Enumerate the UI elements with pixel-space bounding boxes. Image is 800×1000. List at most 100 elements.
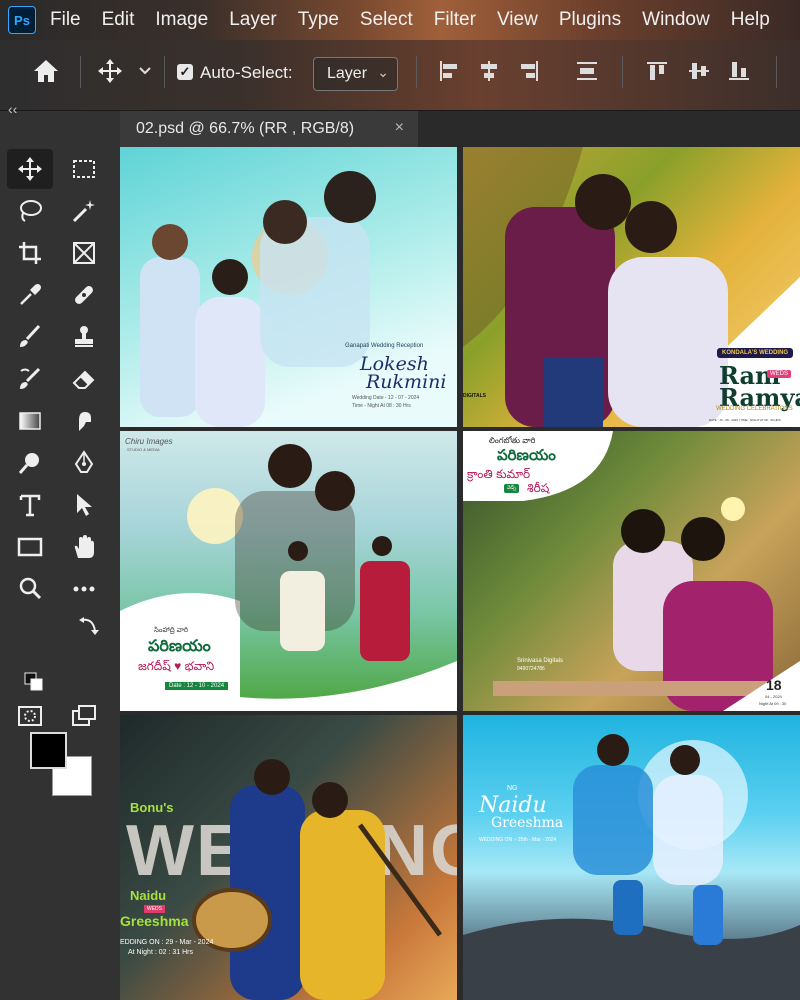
frame-tool[interactable] bbox=[61, 233, 107, 273]
path-selection-tool[interactable] bbox=[61, 485, 107, 525]
tile-5-name-2: Greeshma bbox=[120, 913, 189, 929]
design-tile-5: WEDDING Bonu's Naidu WEDS Greeshma EDDIN… bbox=[120, 715, 457, 1000]
more-tools-button[interactable] bbox=[61, 569, 107, 609]
close-icon[interactable]: × bbox=[395, 119, 404, 137]
align-vertical-centers-button[interactable] bbox=[684, 54, 714, 88]
type-tool[interactable] bbox=[7, 485, 53, 525]
tile-4-phone: 9490724786 bbox=[517, 666, 545, 672]
document-canvas[interactable]: Ganapati Wedding Reception Lokesh Rukmin… bbox=[120, 147, 800, 1000]
tile-3-date: Date : 12 - 10 - 2024 bbox=[165, 682, 229, 690]
options-bar: ✓ Auto-Select: Layer ⌄ bbox=[0, 40, 800, 111]
align-right-edges-button[interactable] bbox=[514, 54, 544, 88]
swap-arrows-icon bbox=[79, 617, 99, 635]
tile-4-groom-name: క్రాంతి కుమార్ bbox=[467, 467, 531, 481]
menu-filter[interactable]: Filter bbox=[434, 9, 476, 31]
tile-2-subtitle: WEDDING CELEBRATIONS bbox=[716, 406, 793, 412]
marquee-tool[interactable] bbox=[61, 149, 107, 189]
tile-3-family-line: సింహాద్రి వారి bbox=[154, 627, 189, 634]
lasso-tool[interactable] bbox=[7, 191, 53, 231]
history-brush-tool[interactable] bbox=[7, 359, 53, 399]
eyedropper-tool[interactable] bbox=[7, 275, 53, 315]
crop-tool[interactable] bbox=[7, 233, 53, 273]
align-left-edges-button[interactable] bbox=[434, 54, 464, 88]
smudge-tool[interactable] bbox=[61, 401, 107, 441]
document-tab[interactable]: 02.psd @ 66.7% (RR , RGB/8) × bbox=[120, 111, 418, 147]
smudge-icon bbox=[79, 412, 91, 431]
photoshop-logo-icon[interactable]: Ps bbox=[8, 6, 36, 34]
auto-select-label: Auto-Select: bbox=[200, 63, 293, 82]
screen-mode-button[interactable] bbox=[61, 696, 107, 736]
tile-3-logo-line-1: Chiru Images bbox=[125, 437, 173, 446]
type-icon bbox=[19, 494, 41, 517]
tile-4-studio: Srinivasa Digitals bbox=[517, 658, 564, 664]
tile-5-time: At Night : 02 : 31 Hrs bbox=[128, 949, 193, 956]
default-colors-button[interactable] bbox=[24, 672, 44, 692]
align-center-icon bbox=[481, 61, 497, 81]
gradient-icon bbox=[19, 412, 41, 430]
foreground-color-swatch[interactable] bbox=[30, 732, 67, 769]
align-right-icon bbox=[521, 61, 538, 81]
tile-2-badge: KONDALA'S WEDDING bbox=[717, 348, 794, 358]
menu-help[interactable]: Help bbox=[731, 9, 770, 31]
zoom-tool[interactable] bbox=[7, 569, 53, 609]
chevron-down-icon bbox=[139, 67, 151, 75]
align-bottom-icon bbox=[729, 62, 749, 80]
magic-wand-tool[interactable] bbox=[61, 191, 107, 231]
align-middle-icon bbox=[689, 63, 709, 79]
align-top-icon bbox=[647, 62, 667, 80]
menu-edit[interactable]: Edit bbox=[102, 9, 135, 31]
menu-window[interactable]: Window bbox=[642, 9, 710, 31]
tile-4-date-day: 18 bbox=[766, 677, 782, 693]
tile-4-time: Night At 09 : 30 bbox=[759, 701, 787, 706]
menu-file[interactable]: File bbox=[50, 9, 81, 31]
clone-stamp-tool[interactable] bbox=[61, 317, 107, 357]
toolbox: ‹‹ bbox=[0, 101, 120, 1000]
history-brush-icon bbox=[20, 367, 41, 389]
menu-plugins[interactable]: Plugins bbox=[559, 9, 621, 31]
tile-1-time: Time - Night At 08 : 30 Hrs bbox=[352, 403, 411, 409]
couple-photo-illustration bbox=[463, 734, 800, 1000]
ellipsis-icon bbox=[73, 586, 95, 592]
tile-4-weds: వెడ్స్ bbox=[504, 484, 520, 493]
align-bottom-edges-button[interactable] bbox=[724, 54, 754, 88]
tile-5-date: EDDING ON : 29 - Mar - 2024 bbox=[120, 939, 214, 946]
healing-brush-tool[interactable] bbox=[61, 275, 107, 315]
swap-colors-button[interactable] bbox=[78, 615, 100, 637]
dodge-icon bbox=[18, 453, 39, 474]
tool-preset-dropdown[interactable] bbox=[134, 54, 156, 88]
couple-photo-illustration bbox=[192, 759, 443, 1000]
pen-tool[interactable] bbox=[61, 443, 107, 483]
menu-select[interactable]: Select bbox=[360, 9, 413, 31]
move-tool[interactable] bbox=[7, 149, 53, 189]
quick-mask-button[interactable] bbox=[7, 696, 53, 736]
menu-type[interactable]: Type bbox=[298, 9, 339, 31]
frame-icon bbox=[73, 242, 95, 264]
hand-tool[interactable] bbox=[61, 527, 107, 567]
auto-select-target-dropdown[interactable]: Layer ⌄ bbox=[313, 57, 398, 91]
menu-image[interactable]: Image bbox=[155, 9, 208, 31]
magic-wand-icon bbox=[72, 200, 95, 223]
tile-2-studio: DIGITALS bbox=[463, 393, 486, 399]
rectangle-tool[interactable] bbox=[7, 527, 53, 567]
brush-icon bbox=[20, 324, 41, 347]
home-button[interactable] bbox=[26, 54, 66, 88]
pen-icon bbox=[74, 450, 94, 473]
gradient-tool[interactable] bbox=[7, 401, 53, 441]
auto-select-target-value: Layer bbox=[327, 65, 368, 82]
menu-view[interactable]: View bbox=[497, 9, 538, 31]
align-horizontal-centers-button[interactable] bbox=[474, 54, 504, 88]
dodge-tool[interactable] bbox=[7, 443, 53, 483]
tile-2-date: DATE : 15 - 08 - 2024 | TIME : NIGHT AT … bbox=[709, 418, 781, 422]
distribute-vertical-button[interactable] bbox=[572, 54, 602, 88]
align-top-edges-button[interactable] bbox=[642, 54, 672, 88]
brush-tool[interactable] bbox=[7, 317, 53, 357]
move-tool-preset-button[interactable] bbox=[94, 54, 126, 88]
collapse-panel-icon[interactable]: ‹‹ bbox=[8, 101, 17, 117]
stamp-icon bbox=[75, 326, 93, 347]
distribute-icon bbox=[577, 62, 597, 80]
tile-3-names: జగదీష్ ♥ భవాని bbox=[138, 659, 215, 673]
menu-layer[interactable]: Layer bbox=[229, 9, 277, 31]
tile-1-name-2: Rukmini bbox=[366, 371, 447, 393]
eraser-tool[interactable] bbox=[61, 359, 107, 399]
auto-select-checkbox[interactable]: ✓ bbox=[177, 64, 193, 80]
